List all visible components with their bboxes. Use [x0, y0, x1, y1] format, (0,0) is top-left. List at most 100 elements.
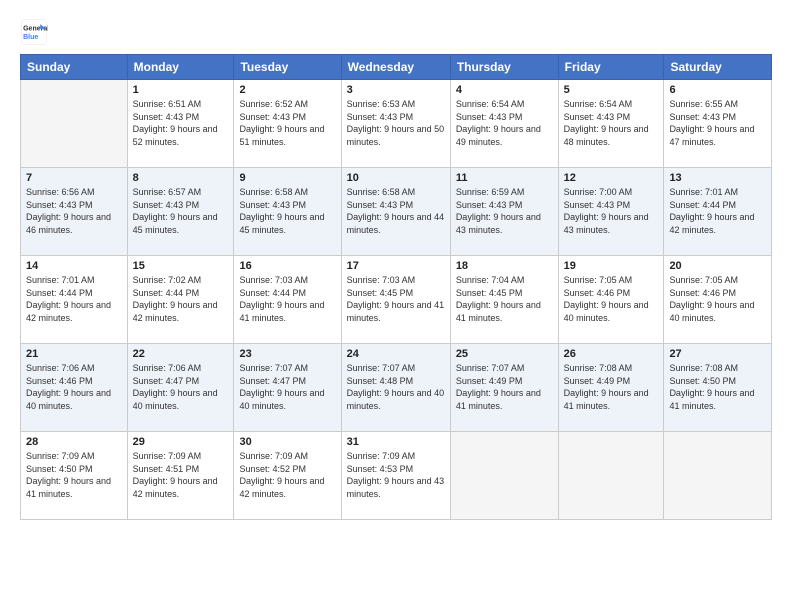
svg-text:Blue: Blue: [23, 34, 38, 41]
day-detail: Sunrise: 6:58 AMSunset: 4:43 PMDaylight:…: [239, 186, 335, 236]
calendar-cell: 8 Sunrise: 6:57 AMSunset: 4:43 PMDaylight…: [127, 168, 234, 256]
calendar-cell: 17Sunrise: 7:03 AMSunset: 4:45 PMDayligh…: [341, 256, 450, 344]
weekday-header-friday: Friday: [558, 55, 664, 80]
weekday-header-saturday: Saturday: [664, 55, 772, 80]
weekday-header-sunday: Sunday: [21, 55, 128, 80]
calendar-cell: 25 Sunrise: 7:07 AMSunset: 4:49 PMDayligh…: [450, 344, 558, 432]
day-number: 24: [347, 348, 445, 360]
day-detail: Sunrise: 6:58 AMSunset: 4:43 PMDaylight:…: [347, 186, 445, 236]
calendar: SundayMondayTuesdayWednesdayThursdayFrid…: [20, 54, 772, 520]
weekday-header-monday: Monday: [127, 55, 234, 80]
weekday-header-thursday: Thursday: [450, 55, 558, 80]
day-detail: Sunrise: 7:00 AMSunset: 4:43 PMDaylight:…: [564, 186, 659, 236]
day-detail: Sunrise: 7:03 AMSunset: 4:44 PMDaylight:…: [239, 274, 335, 324]
calendar-cell: 12 Sunrise: 7:00 AMSunset: 4:43 PMDayligh…: [558, 168, 664, 256]
calendar-cell: [664, 432, 772, 520]
calendar-cell: 30 Sunrise: 7:09 AMSunset: 4:52 PMDayligh…: [234, 432, 341, 520]
day-number: 26: [564, 348, 659, 360]
calendar-cell: 7Sunrise: 6:56 AMSunset: 4:43 PMDaylight…: [21, 168, 128, 256]
day-number: 15: [133, 260, 229, 272]
day-number: 20: [669, 260, 766, 272]
day-detail: Sunrise: 7:04 AMSunset: 4:45 PMDaylight:…: [456, 274, 553, 324]
svg-text:General: General: [23, 25, 48, 32]
day-number: 19: [564, 260, 659, 272]
day-detail: Sunrise: 7:01 AMSunset: 4:44 PMDaylight:…: [26, 274, 122, 324]
calendar-cell: 26 Sunrise: 7:08 AMSunset: 4:49 PMDayligh…: [558, 344, 664, 432]
day-detail: Sunrise: 7:08 AMSunset: 4:50 PMDaylight:…: [669, 362, 766, 412]
day-detail: Sunrise: 6:59 AMSunset: 4:43 PMDaylight:…: [456, 186, 553, 236]
day-number: 5: [564, 84, 659, 96]
day-detail: Sunrise: 7:05 AMSunset: 4:46 PMDaylight:…: [669, 274, 766, 324]
week-row-3: 14 Sunrise: 7:01 AMSunset: 4:44 PMDayligh…: [21, 256, 772, 344]
calendar-cell: 9 Sunrise: 6:58 AMSunset: 4:43 PMDaylight…: [234, 168, 341, 256]
calendar-cell: 31 Sunrise: 7:09 AMSunset: 4:53 PMDayligh…: [341, 432, 450, 520]
header: General Blue: [20, 18, 772, 46]
day-number: 1: [133, 84, 229, 96]
calendar-cell: 3 Sunrise: 6:53 AMSunset: 4:43 PMDaylight…: [341, 80, 450, 168]
day-detail: Sunrise: 7:09 AMSunset: 4:52 PMDaylight:…: [239, 450, 335, 500]
calendar-cell: 1 Sunrise: 6:51 AMSunset: 4:43 PMDaylight…: [127, 80, 234, 168]
week-row-4: 21 Sunrise: 7:06 AMSunset: 4:46 PMDayligh…: [21, 344, 772, 432]
calendar-cell: 16Sunrise: 7:03 AMSunset: 4:44 PMDayligh…: [234, 256, 341, 344]
calendar-cell: 20 Sunrise: 7:05 AMSunset: 4:46 PMDayligh…: [664, 256, 772, 344]
day-number: 6: [669, 84, 766, 96]
day-number: 11: [456, 172, 553, 184]
day-detail: Sunrise: 7:02 AMSunset: 4:44 PMDaylight:…: [133, 274, 229, 324]
week-row-5: 28Sunrise: 7:09 AMSunset: 4:50 PMDayligh…: [21, 432, 772, 520]
calendar-cell: 11 Sunrise: 6:59 AMSunset: 4:43 PMDayligh…: [450, 168, 558, 256]
calendar-cell: 21 Sunrise: 7:06 AMSunset: 4:46 PMDayligh…: [21, 344, 128, 432]
calendar-cell: [558, 432, 664, 520]
calendar-cell: 13 Sunrise: 7:01 AMSunset: 4:44 PMDayligh…: [664, 168, 772, 256]
calendar-cell: 2Sunrise: 6:52 AMSunset: 4:43 PMDaylight…: [234, 80, 341, 168]
day-detail: Sunrise: 7:08 AMSunset: 4:49 PMDaylight:…: [564, 362, 659, 412]
day-number: 2: [239, 84, 335, 96]
calendar-cell: 23 Sunrise: 7:07 AMSunset: 4:47 PMDayligh…: [234, 344, 341, 432]
day-detail: Sunrise: 7:09 AMSunset: 4:50 PMDaylight:…: [26, 450, 122, 500]
day-detail: Sunrise: 7:06 AMSunset: 4:46 PMDaylight:…: [26, 362, 122, 412]
day-detail: Sunrise: 7:09 AMSunset: 4:53 PMDaylight:…: [347, 450, 445, 500]
day-number: 31: [347, 436, 445, 448]
day-detail: Sunrise: 7:05 AMSunset: 4:46 PMDaylight:…: [564, 274, 659, 324]
day-detail: Sunrise: 6:53 AMSunset: 4:43 PMDaylight:…: [347, 98, 445, 148]
day-number: 9: [239, 172, 335, 184]
calendar-cell: 24 Sunrise: 7:07 AMSunset: 4:48 PMDayligh…: [341, 344, 450, 432]
calendar-cell: 4Sunrise: 6:54 AMSunset: 4:43 PMDaylight…: [450, 80, 558, 168]
day-detail: Sunrise: 7:06 AMSunset: 4:47 PMDaylight:…: [133, 362, 229, 412]
calendar-cell: 5Sunrise: 6:54 AMSunset: 4:43 PMDaylight…: [558, 80, 664, 168]
day-detail: Sunrise: 7:07 AMSunset: 4:47 PMDaylight:…: [239, 362, 335, 412]
day-detail: Sunrise: 7:01 AMSunset: 4:44 PMDaylight:…: [669, 186, 766, 236]
day-number: 3: [347, 84, 445, 96]
day-number: 14: [26, 260, 122, 272]
day-detail: Sunrise: 7:09 AMSunset: 4:51 PMDaylight:…: [133, 450, 229, 500]
calendar-cell: 10 Sunrise: 6:58 AMSunset: 4:43 PMDayligh…: [341, 168, 450, 256]
day-number: 8: [133, 172, 229, 184]
day-detail: Sunrise: 6:57 AMSunset: 4:43 PMDaylight:…: [133, 186, 229, 236]
day-number: 23: [239, 348, 335, 360]
calendar-cell: 14 Sunrise: 7:01 AMSunset: 4:44 PMDayligh…: [21, 256, 128, 344]
day-number: 12: [564, 172, 659, 184]
day-detail: Sunrise: 7:07 AMSunset: 4:49 PMDaylight:…: [456, 362, 553, 412]
day-number: 10: [347, 172, 445, 184]
day-number: 7: [26, 172, 122, 184]
calendar-cell: 22 Sunrise: 7:06 AMSunset: 4:47 PMDayligh…: [127, 344, 234, 432]
calendar-cell: [450, 432, 558, 520]
calendar-cell: 18Sunrise: 7:04 AMSunset: 4:45 PMDayligh…: [450, 256, 558, 344]
calendar-cell: 27Sunrise: 7:08 AMSunset: 4:50 PMDayligh…: [664, 344, 772, 432]
calendar-cell: 29Sunrise: 7:09 AMSunset: 4:51 PMDayligh…: [127, 432, 234, 520]
day-detail: Sunrise: 7:07 AMSunset: 4:48 PMDaylight:…: [347, 362, 445, 412]
day-detail: Sunrise: 6:55 AMSunset: 4:43 PMDaylight:…: [669, 98, 766, 148]
day-number: 13: [669, 172, 766, 184]
logo: General Blue: [20, 18, 48, 46]
day-number: 25: [456, 348, 553, 360]
logo-icon: General Blue: [20, 18, 48, 46]
weekday-header-wednesday: Wednesday: [341, 55, 450, 80]
day-number: 22: [133, 348, 229, 360]
week-row-2: 7Sunrise: 6:56 AMSunset: 4:43 PMDaylight…: [21, 168, 772, 256]
day-number: 30: [239, 436, 335, 448]
day-number: 4: [456, 84, 553, 96]
day-number: 21: [26, 348, 122, 360]
day-detail: Sunrise: 6:51 AMSunset: 4:43 PMDaylight:…: [133, 98, 229, 148]
calendar-cell: 28Sunrise: 7:09 AMSunset: 4:50 PMDayligh…: [21, 432, 128, 520]
weekday-header-tuesday: Tuesday: [234, 55, 341, 80]
day-number: 17: [347, 260, 445, 272]
